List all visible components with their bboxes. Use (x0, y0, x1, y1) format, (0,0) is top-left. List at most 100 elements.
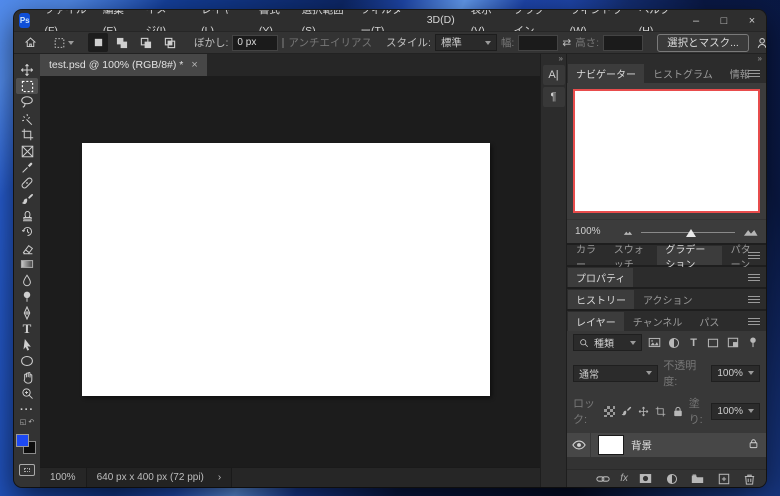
account-icon[interactable] (753, 33, 766, 52)
intersect-selection-icon[interactable] (160, 33, 180, 52)
zoom-out-icon[interactable] (623, 228, 633, 236)
eraser-tool-icon[interactable] (16, 240, 38, 256)
screen-mode-icon[interactable] (19, 464, 35, 476)
marquee-tool-preset-icon[interactable] (54, 33, 74, 52)
layer-locked-icon[interactable] (749, 438, 758, 452)
tab-navigator[interactable]: ナビゲーター (568, 64, 644, 83)
tab-color[interactable]: カラー (568, 246, 605, 265)
style-dropdown[interactable]: 標準 (435, 34, 497, 51)
gradient-tool-icon[interactable] (16, 256, 38, 272)
minimize-button[interactable]: – (682, 10, 710, 31)
tab-actions[interactable]: アクション (635, 290, 701, 309)
tab-close-icon[interactable]: × (191, 59, 197, 71)
height-input[interactable] (603, 35, 643, 51)
zoom-in-icon[interactable] (743, 226, 758, 237)
add-mask-icon[interactable] (637, 471, 654, 487)
panel-menu-icon[interactable] (748, 296, 760, 303)
antialias-checkbox[interactable] (282, 38, 284, 48)
edit-toolbar-icon[interactable]: ··· (16, 402, 38, 418)
delete-layer-icon[interactable] (741, 471, 758, 487)
filter-shape-icon[interactable] (706, 335, 721, 351)
layer-visibility-toggle[interactable] (567, 433, 591, 457)
new-layer-icon[interactable] (715, 471, 732, 487)
lasso-tool-icon[interactable] (16, 94, 38, 110)
close-button[interactable]: × (738, 10, 766, 31)
filter-smart-object-icon[interactable] (726, 335, 741, 351)
tab-gradients[interactable]: グラデーション (657, 246, 721, 265)
object-selection-tool-icon[interactable] (16, 111, 38, 127)
tab-channels[interactable]: チャンネル (625, 312, 691, 331)
blend-mode-dropdown[interactable]: 通常 (573, 365, 658, 382)
spot-healing-brush-tool-icon[interactable] (16, 175, 38, 191)
layer-row-background[interactable]: 背景 (567, 433, 766, 457)
home-icon[interactable] (20, 33, 40, 52)
maximize-button[interactable]: □ (710, 10, 738, 31)
panel-menu-icon[interactable] (748, 274, 760, 281)
photoshop-logo-icon[interactable]: Ps (19, 13, 30, 28)
swap-colors-icon[interactable]: ◱ ↶ (20, 418, 34, 428)
layer-style-icon[interactable]: fx (620, 473, 628, 484)
tab-paths[interactable]: パス (691, 312, 727, 331)
width-input[interactable] (518, 35, 558, 51)
new-adjustment-layer-icon[interactable] (663, 471, 680, 487)
brush-tool-icon[interactable] (16, 192, 38, 208)
canvas[interactable] (82, 143, 490, 396)
tab-swatches[interactable]: スウォッチ (606, 246, 657, 265)
type-tool-icon[interactable]: T (16, 321, 38, 337)
subtract-from-selection-icon[interactable] (136, 33, 156, 52)
navigator-zoom-value[interactable]: 100% (575, 226, 615, 237)
document-tab[interactable]: test.psd @ 100% (RGB/8#) * × (40, 54, 207, 76)
clone-stamp-tool-icon[interactable] (16, 208, 38, 224)
layer-filter-dropdown[interactable]: 種類 (573, 334, 642, 351)
fill-dropdown[interactable]: 100% (711, 403, 760, 420)
layer-filter-toggle[interactable] (745, 335, 760, 351)
expand-dock-icon[interactable]: » (541, 54, 566, 63)
crop-tool-icon[interactable] (16, 127, 38, 143)
navigator-zoom-slider[interactable] (641, 226, 735, 238)
layer-name[interactable]: 背景 (631, 438, 749, 453)
rectangular-marquee-tool-icon[interactable] (16, 78, 38, 94)
panel-menu-icon[interactable] (748, 318, 760, 325)
new-group-icon[interactable] (689, 471, 706, 487)
blur-tool-icon[interactable] (16, 272, 38, 288)
filter-type-icon[interactable]: T (686, 335, 701, 351)
document-size-field[interactable]: 640 px x 400 px (72 ppi) › (86, 468, 233, 488)
lock-artboard-icon[interactable] (655, 403, 667, 419)
tab-properties[interactable]: プロパティ (568, 268, 633, 287)
history-brush-tool-icon[interactable] (16, 224, 38, 240)
tab-history[interactable]: ヒストリー (568, 290, 634, 309)
lock-transparency-icon[interactable] (604, 403, 616, 419)
lock-position-icon[interactable] (638, 403, 650, 419)
path-selection-tool-icon[interactable] (16, 337, 38, 353)
add-to-selection-icon[interactable] (112, 33, 132, 52)
feather-input[interactable] (232, 35, 278, 51)
filter-image-icon[interactable] (647, 335, 662, 351)
foreground-color-swatch[interactable] (16, 434, 29, 447)
filter-adjustment-icon[interactable] (667, 335, 682, 351)
hand-tool-icon[interactable] (16, 370, 38, 386)
status-chevron-icon[interactable]: › (218, 472, 221, 483)
menu-3d[interactable]: 3D(D) (419, 10, 463, 31)
panel-menu-icon[interactable] (748, 252, 760, 259)
layer-thumbnail[interactable] (598, 435, 624, 455)
slider-thumb[interactable] (686, 229, 696, 237)
move-tool-icon[interactable] (16, 62, 38, 78)
zoom-tool-icon[interactable] (16, 386, 38, 402)
panel-menu-icon[interactable] (748, 70, 760, 77)
eyedropper-tool-icon[interactable] (16, 159, 38, 175)
navigator-preview[interactable] (573, 89, 760, 213)
ellipse-tool-icon[interactable] (16, 353, 38, 369)
new-selection-icon[interactable] (88, 33, 108, 52)
pasteboard[interactable] (40, 76, 540, 467)
link-layers-icon[interactable] (594, 471, 611, 487)
tab-histogram[interactable]: ヒストグラム (645, 64, 721, 83)
swap-dimensions-icon[interactable]: ⇄ (562, 37, 571, 49)
lock-pixels-icon[interactable] (621, 403, 633, 419)
dodge-tool-icon[interactable] (16, 289, 38, 305)
character-panel-icon[interactable]: A| (543, 65, 565, 85)
pen-tool-icon[interactable] (16, 305, 38, 321)
lock-all-icon[interactable] (672, 403, 684, 419)
frame-tool-icon[interactable] (16, 143, 38, 159)
opacity-dropdown[interactable]: 100% (711, 365, 760, 382)
paragraph-panel-icon[interactable]: ¶ (543, 87, 565, 107)
